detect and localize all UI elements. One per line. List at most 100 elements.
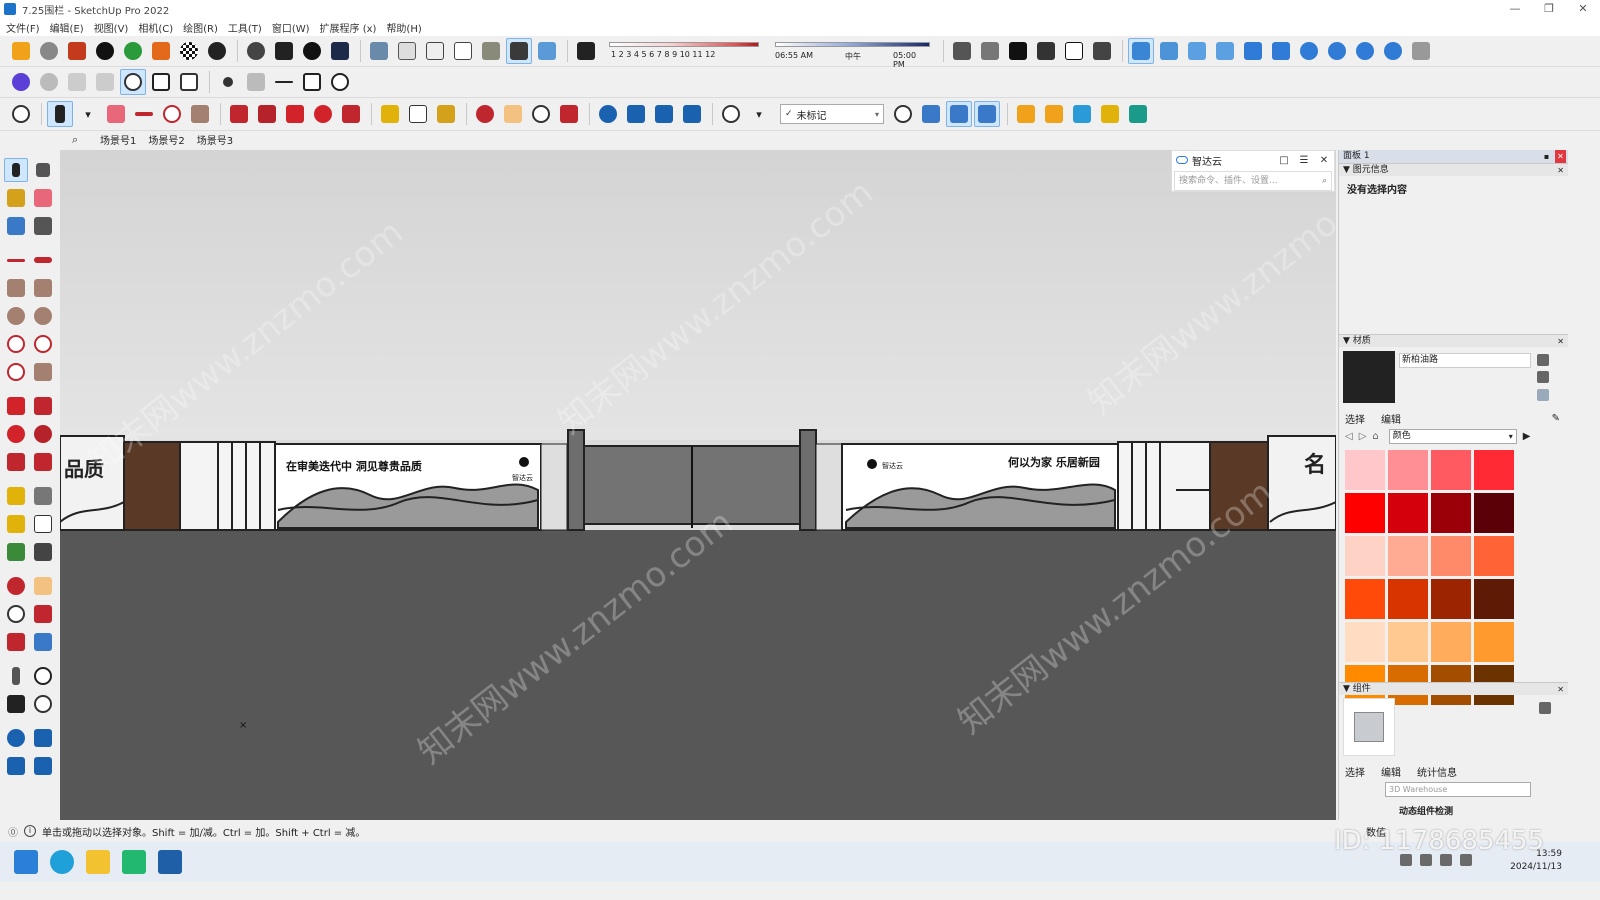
model-viewport[interactable]: 品质 名 在审美迭代中 洞见尊贵品质 何以为家 乐居新园 智达云 智达云 × 知… [60, 150, 1336, 820]
scale-button[interactable] [338, 101, 364, 127]
style-textures-button[interactable] [506, 38, 532, 64]
store-app-icon[interactable] [122, 850, 146, 874]
search-button[interactable] [8, 101, 34, 127]
material-library-select[interactable]: 颜色 ▾ [1388, 428, 1517, 444]
material-swatch-19[interactable] [1431, 622, 1471, 662]
menu-draw[interactable]: 绘图(R) [183, 20, 218, 35]
rect-button[interactable] [299, 69, 325, 95]
cloud-button[interactable] [1184, 38, 1210, 64]
menu-tools[interactable]: 工具(T) [228, 20, 262, 35]
lt-extension-warehouse-button[interactable] [31, 726, 55, 750]
material-swatch-13[interactable] [1345, 579, 1385, 619]
tab-edit[interactable]: 编辑 [1381, 764, 1401, 779]
tab-edit[interactable]: 编辑 [1381, 411, 1401, 426]
menu-edit[interactable]: 编辑(E) [50, 20, 84, 35]
scene-tab-1[interactable]: 场景号1 [100, 132, 136, 147]
record-button[interactable] [36, 69, 62, 95]
lt-arc-button[interactable] [4, 332, 28, 356]
shadow-time-slider[interactable]: 06:55 AM 中午 05:00 PM [775, 39, 930, 69]
material-swatch-7[interactable] [1431, 493, 1471, 533]
lt-offset-button[interactable] [31, 450, 55, 474]
select-dropdown[interactable]: ▾ [75, 101, 101, 127]
cloud-list-button[interactable] [1212, 38, 1238, 64]
getting-started-button[interactable] [8, 38, 34, 64]
menu-camera[interactable]: 相机(C) [138, 20, 173, 35]
lt-3d-text-button[interactable] [31, 540, 55, 564]
close-icon[interactable]: ✕ [1314, 155, 1334, 166]
lt-2pt-arc-button[interactable] [31, 332, 55, 356]
lt-tag-button[interactable] [31, 214, 55, 238]
material-swatch[interactable] [1343, 351, 1395, 403]
lt-line-button[interactable] [4, 248, 28, 272]
menu-help[interactable]: 帮助(H) [386, 20, 421, 35]
close-icon[interactable]: ✕ [1557, 164, 1564, 177]
pencil-button[interactable] [131, 101, 157, 127]
orbit-button[interactable] [472, 101, 498, 127]
lt-protractor-button[interactable] [4, 512, 28, 536]
material-swatch-4[interactable] [1474, 450, 1514, 490]
export-button[interactable] [1408, 38, 1434, 64]
person-button[interactable] [1125, 101, 1151, 127]
tab-select[interactable]: 选择 [1345, 764, 1365, 779]
polygon-button[interactable] [148, 69, 174, 95]
lt-follow-me-button[interactable] [31, 422, 55, 446]
zoom-button[interactable] [528, 101, 554, 127]
section-plane-button[interactable] [918, 101, 944, 127]
lt-circle-button[interactable] [4, 304, 28, 328]
lt-3pt-arc-button[interactable] [4, 360, 28, 384]
lt-rectangle-button[interactable] [4, 276, 28, 300]
material-swatch-1[interactable] [1345, 450, 1385, 490]
account-button[interactable] [718, 101, 744, 127]
follow-me-button[interactable] [254, 101, 280, 127]
lt-zoom-window-button[interactable] [31, 602, 55, 626]
lt-component-button[interactable] [4, 214, 28, 238]
extension-warehouse-button[interactable] [623, 101, 649, 127]
material-name-field[interactable]: 新柏油路 [1399, 353, 1531, 368]
lt-pan-button[interactable] [31, 574, 55, 598]
cloud-sync-button[interactable] [1128, 38, 1154, 64]
lt-pie-button[interactable] [31, 360, 55, 384]
material-swatch-11[interactable] [1431, 536, 1471, 576]
zhidayun-search-input[interactable]: 搜索命令、插件、设置... ⌕ [1174, 171, 1332, 191]
lt-zoom-extents-button[interactable] [4, 630, 28, 654]
restore-button[interactable]: ❐ [1532, 0, 1566, 18]
lt-polygon-button[interactable] [31, 304, 55, 328]
section-cuts-button[interactable] [946, 101, 972, 127]
edge-browser-icon[interactable] [50, 850, 74, 874]
material-swatch-20[interactable] [1474, 622, 1514, 662]
material-swatch-6[interactable] [1388, 493, 1428, 533]
arc-button[interactable] [159, 101, 185, 127]
lt-tape-button[interactable] [4, 484, 28, 508]
components-header[interactable]: ▼ 组件 ✕ [1339, 682, 1568, 695]
paint-bucket-button[interactable] [433, 101, 459, 127]
menu-file[interactable]: 文件(F) [6, 20, 40, 35]
close-icon[interactable]: ✕ [1557, 683, 1564, 696]
lt-axes-button[interactable] [4, 540, 28, 564]
lt-orbit-button[interactable] [4, 574, 28, 598]
lt-previous-view-button[interactable] [31, 630, 55, 654]
minimize-button[interactable]: — [1498, 0, 1532, 18]
scene-tab-3[interactable]: 场景号3 [197, 132, 233, 147]
pin-icon[interactable]: ▪ [1541, 150, 1552, 163]
info-icon[interactable]: i [24, 825, 36, 837]
box-button[interactable] [176, 69, 202, 95]
m-tool-button[interactable] [1097, 101, 1123, 127]
cloud-search-button[interactable] [1156, 38, 1182, 64]
lt-section-button[interactable] [31, 692, 55, 716]
camera-video-button[interactable] [64, 69, 90, 95]
style-xray-button[interactable] [366, 38, 392, 64]
scene-tab-2[interactable]: 场景号2 [148, 132, 184, 147]
mail-button[interactable] [271, 38, 297, 64]
lt-text-button[interactable] [31, 512, 55, 536]
search-icon[interactable]: ⌕ [1322, 172, 1327, 190]
lt-position-camera-button[interactable] [4, 664, 28, 688]
lt-move-button[interactable] [4, 394, 28, 418]
geo-icon[interactable]: ⓪ [8, 824, 18, 839]
push-pull-button[interactable] [226, 101, 252, 127]
home-icon[interactable]: ⌂ [1372, 431, 1378, 442]
material-swatch-3[interactable] [1431, 450, 1471, 490]
settings-button[interactable] [243, 38, 269, 64]
material-swatch-14[interactable] [1388, 579, 1428, 619]
checker-button[interactable] [176, 38, 202, 64]
material-swatch-9[interactable] [1345, 536, 1385, 576]
